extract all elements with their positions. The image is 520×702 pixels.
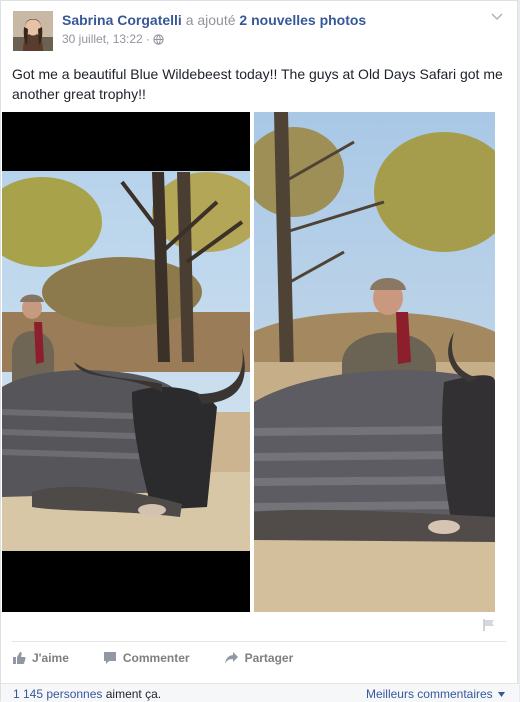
flag-icon[interactable] — [482, 618, 496, 632]
thumbs-up-icon — [13, 652, 26, 664]
like-button[interactable]: J'aime — [12, 651, 69, 665]
post-header: Sabrina Corgatelli a ajouté 2 nouvelles … — [62, 12, 366, 28]
chevron-down-icon[interactable] — [491, 13, 503, 21]
share-button[interactable]: Partager — [224, 651, 294, 665]
likes-bar: 1 145 personnes aiment ça. Meilleurs com… — [1, 683, 519, 702]
likes-suffix: aiment ça. — [105, 687, 162, 701]
post-timestamp[interactable]: 30 juillet, 13:22 — [62, 32, 143, 46]
likes-count-link[interactable]: 1 145 personnes — [13, 687, 102, 701]
comment-icon — [103, 652, 116, 664]
photo-right[interactable] — [254, 112, 495, 612]
comment-button[interactable]: Commenter — [103, 651, 190, 665]
comment-label: Commenter — [122, 651, 190, 665]
divider — [12, 641, 506, 642]
comment-sort-label: Meilleurs commentaires — [365, 687, 493, 701]
author-avatar[interactable] — [13, 11, 53, 51]
post-text: Got me a beautiful Blue Wildebeest today… — [12, 66, 503, 102]
photos-link[interactable]: 2 nouvelles photos — [239, 12, 366, 28]
post-meta: 30 juillet, 13:22 · — [62, 32, 164, 46]
share-label: Partager — [244, 651, 294, 665]
like-label: J'aime — [32, 651, 69, 665]
action-bar: J'aime Commenter Partager — [12, 651, 293, 665]
share-arrow-icon — [224, 652, 238, 664]
likes-summary: 1 145 personnes aiment ça. — [13, 687, 161, 701]
globe-icon[interactable] — [153, 33, 164, 45]
post-card: Sabrina Corgatelli a ajouté 2 nouvelles … — [0, 0, 519, 702]
caret-down-icon — [498, 692, 505, 698]
author-name[interactable]: Sabrina Corgatelli — [62, 12, 182, 28]
comment-sort-dropdown[interactable]: Meilleurs commentaires — [366, 687, 505, 701]
meta-separator: · — [145, 32, 150, 46]
header-action-text: a ajouté — [185, 12, 236, 28]
photo-left[interactable] — [2, 112, 250, 612]
